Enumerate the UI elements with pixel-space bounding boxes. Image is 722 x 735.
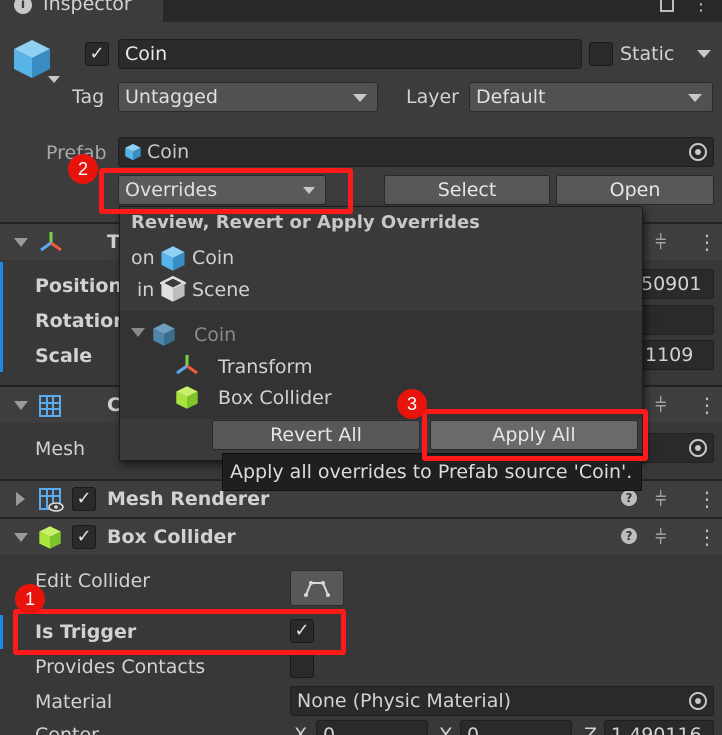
kebab-menu-icon[interactable]: ⋮	[697, 525, 717, 549]
object-name-field[interactable]: Coin	[118, 39, 582, 69]
chevron-down-icon	[688, 94, 702, 102]
center-x-value: 0	[323, 724, 336, 735]
kebab-menu-icon[interactable]: ⋮	[697, 230, 717, 254]
mesh-filter-icon	[39, 395, 61, 417]
scale-z-value: 1109	[645, 344, 694, 366]
tree-root-label[interactable]: Coin	[194, 324, 236, 346]
popup-title: Review, Revert or Apply Overrides	[131, 212, 480, 233]
foldout-arrow-icon[interactable]	[14, 238, 28, 247]
tag-label: Tag	[72, 86, 105, 108]
prefab-open-button[interactable]: Open	[556, 175, 714, 205]
box-collider-icon	[39, 526, 61, 549]
center-x-field[interactable]: 0	[316, 720, 428, 735]
position-z-value: 50901	[641, 273, 702, 295]
provides-contacts-label: Provides Contacts	[35, 656, 206, 678]
popup-in-label: in	[137, 279, 155, 301]
kebab-menu-icon[interactable]: ⋮	[697, 393, 717, 417]
override-bar	[0, 615, 3, 649]
help-icon[interactable]: ?	[621, 528, 637, 544]
layer-dropdown[interactable]: Default	[469, 82, 713, 112]
prefab-value: Coin	[147, 141, 190, 163]
material-field[interactable]: None (Physic Material)	[290, 686, 714, 716]
center-y-value: 0	[467, 724, 480, 735]
info-icon: i	[14, 0, 32, 14]
revert-all-button[interactable]: Revert All	[212, 420, 420, 450]
rotation-label: Rotation	[35, 310, 127, 332]
annotation-badge-2: 2	[68, 154, 98, 184]
prefab-cube-icon	[161, 246, 185, 271]
active-checkbox[interactable]: ✓	[85, 42, 109, 66]
mesh-renderer-enabled-checkbox[interactable]: ✓	[72, 487, 96, 511]
presets-icon[interactable]: ⫩	[655, 487, 666, 511]
lock-icon[interactable]	[660, 0, 674, 12]
presets-icon[interactable]: ⫩	[655, 525, 666, 549]
material-value: None (Physic Material)	[297, 690, 512, 712]
popup-on-value: Coin	[192, 247, 235, 269]
mesh-renderer-icon	[39, 488, 64, 512]
kebab-menu-icon[interactable]: ⋮	[692, 0, 710, 15]
annotation-badge-3: 3	[397, 389, 427, 419]
provides-contacts-checkbox[interactable]	[290, 654, 314, 678]
box-collider-icon	[176, 386, 198, 409]
cube-icon	[14, 40, 50, 78]
highlight-apply-all	[422, 409, 648, 461]
prefab-cube-icon	[153, 323, 175, 346]
inspector-tab-title: Inspector	[43, 0, 132, 15]
help-icon[interactable]: ?	[621, 490, 637, 506]
tree-collapse-arrow[interactable]	[131, 328, 145, 337]
center-z-field[interactable]: 1.490116	[604, 720, 714, 735]
override-bar	[0, 262, 3, 372]
transform-icon	[176, 355, 198, 375]
foldout-arrow-icon[interactable]	[14, 401, 28, 410]
presets-icon[interactable]: ⫩	[655, 230, 666, 254]
foldout-arrow-icon[interactable]	[14, 533, 28, 542]
presets-icon[interactable]: ⫩	[655, 393, 666, 417]
material-label: Material	[35, 691, 113, 713]
highlight-is-trigger	[13, 609, 346, 655]
edit-bounds-icon	[304, 581, 330, 597]
mesh-renderer-title: Mesh Renderer	[107, 488, 270, 510]
edit-collider-label: Edit Collider	[35, 570, 151, 592]
foldout-arrow-icon[interactable]	[16, 492, 25, 506]
box-collider-enabled-checkbox[interactable]: ✓	[72, 525, 96, 549]
scale-label: Scale	[35, 345, 93, 367]
object-picker-icon[interactable]	[689, 143, 707, 161]
prefab-select-button[interactable]: Select	[384, 175, 550, 205]
transform-icon	[40, 232, 62, 252]
center-x-label: X	[294, 724, 308, 735]
layer-label: Layer	[406, 86, 459, 108]
popup-in-value: Scene	[192, 279, 250, 301]
annotation-badge-1: 1	[15, 584, 45, 614]
inspector-tab[interactable]: i Inspector	[0, 0, 163, 22]
prefab-cube-icon	[125, 143, 141, 161]
center-z-label: Z	[584, 724, 598, 735]
kebab-menu-icon[interactable]: ⋮	[697, 487, 717, 511]
box-collider-title: Box Collider	[107, 526, 236, 548]
center-label: Center	[35, 724, 99, 735]
tree-item-box-collider[interactable]: Box Collider	[218, 387, 332, 409]
static-label: Static	[620, 43, 675, 65]
unity-scene-icon	[160, 276, 186, 302]
mesh-label: Mesh	[35, 438, 86, 460]
tree-item-transform[interactable]: Transform	[218, 356, 313, 378]
icon-dropdown-arrow[interactable]	[48, 76, 60, 83]
highlight-overrides	[99, 168, 353, 214]
center-z-value: 1.490116	[611, 724, 702, 735]
tag-value: Untagged	[125, 86, 218, 108]
chevron-down-icon	[353, 94, 367, 102]
static-dropdown-arrow[interactable]	[697, 50, 711, 58]
edit-collider-button[interactable]	[290, 570, 344, 606]
static-checkbox[interactable]	[589, 42, 613, 66]
center-y-label: Y	[440, 724, 452, 735]
object-picker-icon[interactable]	[689, 692, 707, 710]
popup-on-label: on	[131, 247, 155, 269]
prefab-field[interactable]: Coin	[118, 137, 714, 167]
layer-value: Default	[476, 86, 546, 108]
center-y-field[interactable]: 0	[460, 720, 572, 735]
position-label: Position	[35, 275, 122, 297]
tag-dropdown[interactable]: Untagged	[118, 82, 378, 112]
object-picker-icon[interactable]	[689, 439, 707, 457]
